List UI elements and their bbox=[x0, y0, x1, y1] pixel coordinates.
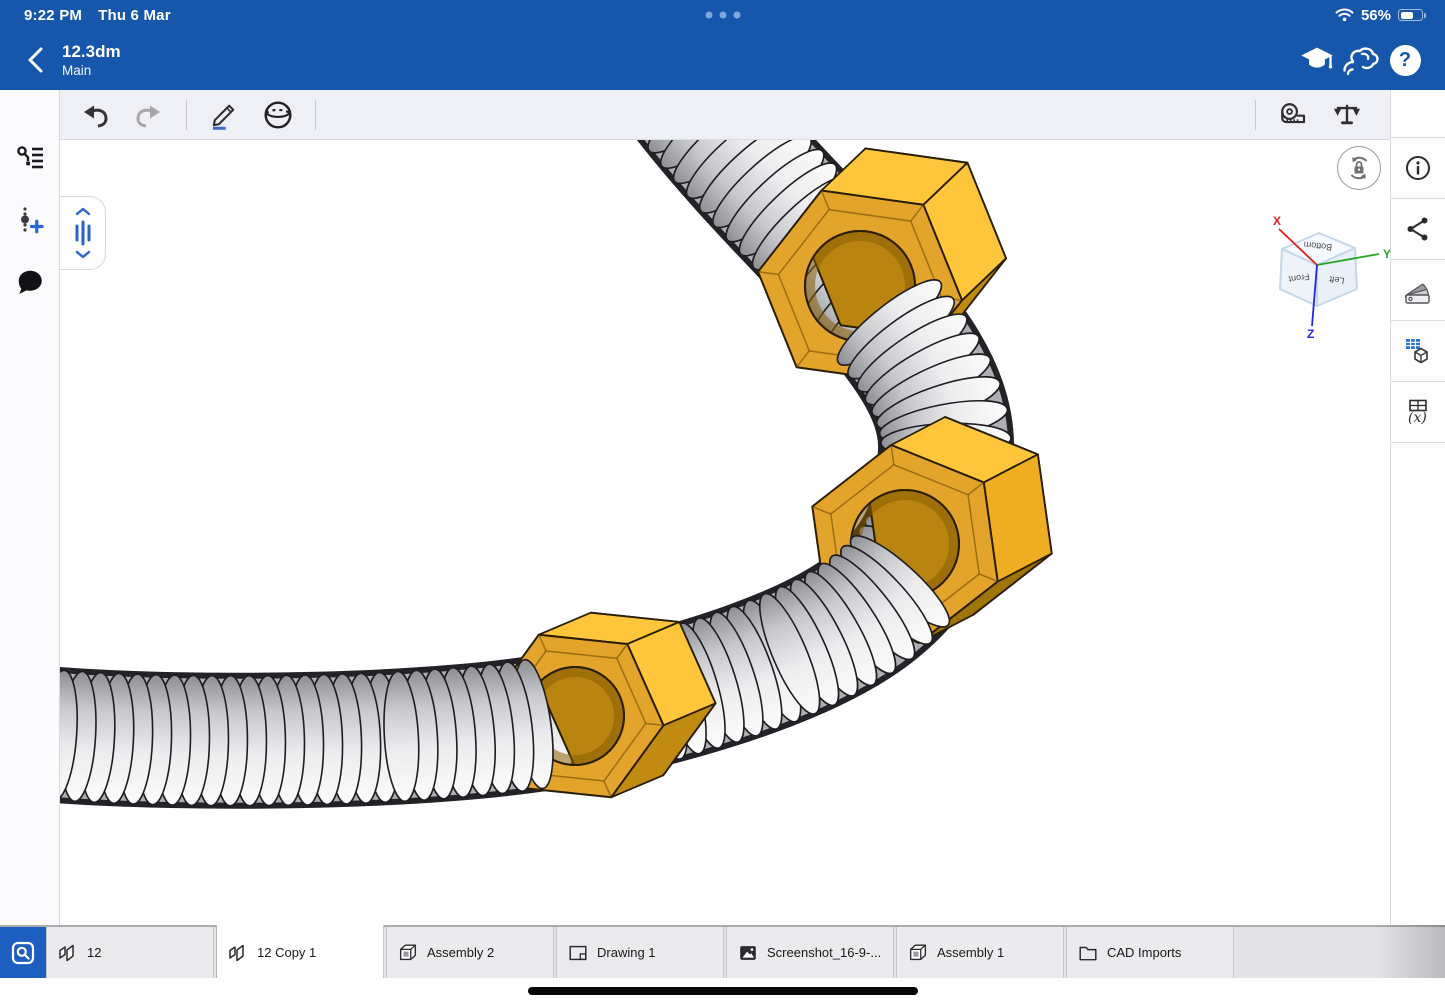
redo-icon bbox=[135, 102, 163, 128]
tab-assembly-2[interactable]: Assembly 2 bbox=[386, 927, 554, 978]
tab-drawing-1[interactable]: Drawing 1 bbox=[556, 927, 724, 978]
threaded-rod-model bbox=[60, 140, 1390, 925]
clock-date: Thu 6 Mar bbox=[98, 7, 171, 24]
tab-label: Drawing 1 bbox=[597, 945, 656, 960]
multitask-dots-icon bbox=[705, 12, 740, 19]
tab-search-button[interactable] bbox=[0, 927, 46, 978]
tab-label: Assembly 1 bbox=[937, 945, 1004, 960]
axis-x-label: X bbox=[1273, 214, 1281, 228]
rotation-lock-button[interactable] bbox=[1337, 146, 1381, 190]
share-button[interactable] bbox=[1391, 199, 1445, 260]
learning-button[interactable] bbox=[1295, 38, 1339, 82]
view-cube[interactable]: Bottom Front Left X Y Z bbox=[1265, 205, 1390, 340]
document-tab-bar: 12 12 Copy 1 Assembly 2 Drawing 1 Screenshot… bbox=[0, 925, 1445, 978]
remote-sync-icon bbox=[1342, 44, 1380, 76]
tab-label: Screenshot_16-9-... bbox=[767, 945, 881, 960]
appearance-button[interactable] bbox=[1391, 260, 1445, 321]
variables-button[interactable]: (x) bbox=[1391, 382, 1445, 443]
insert-feature-icon bbox=[16, 205, 44, 235]
help-label: ? bbox=[1399, 49, 1411, 72]
info-button[interactable] bbox=[1391, 138, 1445, 199]
toolbar-separator bbox=[1255, 100, 1256, 130]
tab-cad-imports[interactable]: CAD Imports bbox=[1066, 927, 1234, 978]
appearance-icon bbox=[1403, 276, 1433, 304]
part-studio-icon bbox=[57, 942, 79, 964]
battery-icon bbox=[1398, 9, 1423, 21]
tab-label: Assembly 2 bbox=[427, 945, 494, 960]
tab-search-icon bbox=[9, 939, 37, 967]
onshape-app: 9:22 PM Thu 6 Mar 56% 12.3dm Main bbox=[0, 0, 1445, 1004]
share-icon bbox=[1405, 216, 1431, 242]
assembly-icon bbox=[907, 942, 929, 964]
right-sidebar: (x) bbox=[1390, 90, 1445, 925]
tab-12[interactable]: 12 bbox=[46, 927, 214, 978]
tab-bar-edge-shadow bbox=[1375, 925, 1445, 978]
remote-sync-button[interactable] bbox=[1339, 38, 1383, 82]
redo-button[interactable] bbox=[132, 98, 166, 132]
toolbar-separator bbox=[315, 100, 316, 130]
feature-list-button[interactable] bbox=[8, 136, 52, 180]
solid-icon bbox=[262, 99, 294, 131]
undo-icon bbox=[81, 102, 109, 128]
battery-percent: 56% bbox=[1361, 7, 1391, 24]
axis-z-label: Z bbox=[1307, 327, 1314, 340]
info-icon bbox=[1404, 154, 1432, 182]
tabs-container: 12 12 Copy 1 Assembly 2 Drawing 1 Screenshot… bbox=[46, 927, 1236, 978]
tab-label: 12 Copy 1 bbox=[257, 945, 316, 960]
home-indicator[interactable] bbox=[528, 987, 918, 995]
axis-y-label: Y bbox=[1383, 247, 1390, 261]
learning-icon bbox=[1299, 45, 1335, 75]
measure-icon bbox=[1277, 100, 1309, 130]
back-icon bbox=[24, 45, 46, 75]
feature-list-icon bbox=[15, 144, 45, 172]
feature-drawer-handle[interactable] bbox=[60, 196, 106, 270]
chevron-up-icon bbox=[75, 207, 91, 216]
tab-label: CAD Imports bbox=[1107, 945, 1181, 960]
variables-icon: (x) bbox=[1404, 398, 1432, 426]
tab-12-copy-1[interactable]: 12 Copy 1 bbox=[216, 925, 384, 978]
toolbar-separator bbox=[186, 100, 187, 130]
modeling-toolbar bbox=[60, 90, 1390, 140]
assembly-icon bbox=[397, 942, 419, 964]
undo-button[interactable] bbox=[78, 98, 112, 132]
comment-icon bbox=[15, 268, 45, 296]
view-cube-face-left[interactable]: Left bbox=[1328, 274, 1345, 286]
document-header: 12.3dm Main ? bbox=[0, 30, 1445, 90]
mass-properties-button[interactable] bbox=[1330, 98, 1364, 132]
rotation-lock-icon bbox=[1344, 153, 1374, 183]
sketch-icon bbox=[209, 100, 239, 130]
document-titles: 12.3dm Main bbox=[62, 42, 121, 79]
help-icon: ? bbox=[1390, 45, 1421, 76]
configurations-icon bbox=[1404, 337, 1432, 365]
svg-text:(x): (x) bbox=[1408, 410, 1427, 426]
mass-properties-icon bbox=[1332, 100, 1362, 130]
help-button[interactable]: ? bbox=[1383, 38, 1427, 82]
left-sidebar bbox=[0, 90, 60, 925]
solid-button[interactable] bbox=[261, 98, 295, 132]
tab-label: 12 bbox=[87, 945, 101, 960]
configurations-button[interactable] bbox=[1391, 321, 1445, 382]
wifi-icon bbox=[1335, 8, 1354, 22]
drawing-icon bbox=[567, 942, 589, 964]
workspace-name: Main bbox=[62, 62, 121, 79]
tab-screenshot-16-9-[interactable]: Screenshot_16-9-... bbox=[726, 927, 894, 978]
image-icon bbox=[737, 942, 759, 964]
folder-icon bbox=[1077, 942, 1099, 964]
feature-slider-icon bbox=[73, 220, 93, 246]
tab-assembly-1[interactable]: Assembly 1 bbox=[896, 927, 1064, 978]
back-button[interactable] bbox=[18, 38, 52, 82]
chevron-down-icon bbox=[75, 250, 91, 259]
sketch-button[interactable] bbox=[207, 98, 241, 132]
model-viewport[interactable]: Bottom Front Left X Y Z bbox=[60, 140, 1390, 925]
status-bar: 9:22 PM Thu 6 Mar 56% bbox=[0, 0, 1445, 30]
insert-feature-button[interactable] bbox=[8, 198, 52, 242]
document-title: 12.3dm bbox=[62, 42, 121, 62]
measure-button[interactable] bbox=[1276, 98, 1310, 132]
comment-button[interactable] bbox=[8, 260, 52, 304]
clock-time: 9:22 PM bbox=[24, 7, 82, 24]
part-studio-icon bbox=[227, 942, 249, 964]
bottom-strip bbox=[0, 978, 1445, 1004]
